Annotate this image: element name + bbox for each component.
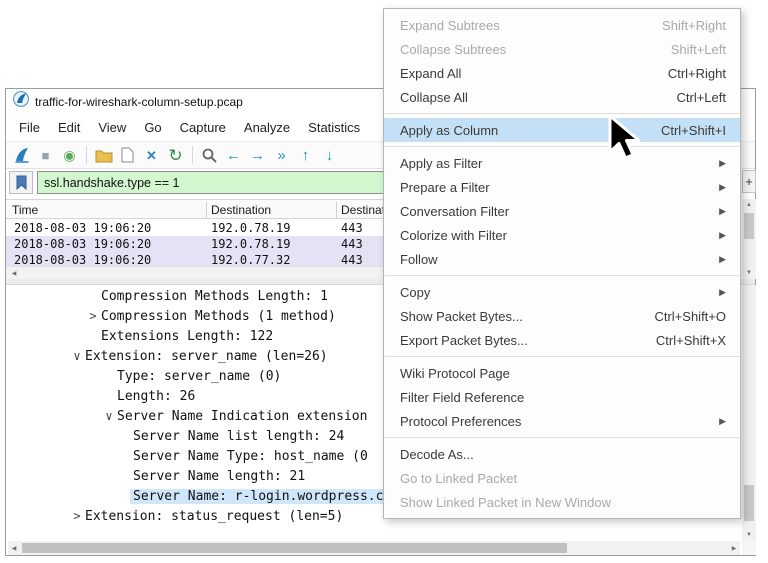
save-file-icon[interactable]: [116, 144, 139, 166]
menu-item-collapse-subtrees: Collapse SubtreesShift+Left: [384, 37, 740, 61]
submenu-arrow-icon: ▶: [719, 416, 726, 427]
scroll-left-icon[interactable]: ◀: [8, 541, 20, 555]
start-capture-icon[interactable]: [10, 144, 33, 166]
find-packet-icon[interactable]: [198, 144, 221, 166]
scroll-down-icon[interactable]: ▼: [742, 529, 756, 541]
collapsed-arrow-icon[interactable]: >: [86, 309, 100, 323]
menu-separator: [385, 113, 739, 114]
scroll-up-icon[interactable]: ▲: [742, 199, 756, 211]
menu-capture[interactable]: Capture: [171, 116, 235, 139]
go-last-packet-icon[interactable]: ↓: [318, 144, 341, 166]
menu-item-copy[interactable]: Copy▶: [384, 280, 740, 304]
go-back-icon[interactable]: ←: [222, 144, 245, 166]
scrollbar-corner: [742, 541, 756, 555]
go-to-packet-icon[interactable]: »: [270, 144, 293, 166]
menu-item-apply-as-filter[interactable]: Apply as Filter▶: [384, 151, 740, 175]
menu-item-prepare-a-filter[interactable]: Prepare a Filter▶: [384, 175, 740, 199]
go-first-packet-icon[interactable]: ↑: [294, 144, 317, 166]
menu-item-decode-as[interactable]: Decode As...: [384, 442, 740, 466]
menu-item-filter-field-reference[interactable]: Filter Field Reference: [384, 385, 740, 409]
cell-time: 2018-08-03 19:06:20: [14, 221, 151, 235]
menu-edit[interactable]: Edit: [49, 116, 89, 139]
stop-capture-icon[interactable]: ■: [34, 144, 57, 166]
scroll-right-icon[interactable]: ▶: [728, 541, 740, 555]
column-separator[interactable]: [336, 202, 337, 218]
column-header-time[interactable]: Time: [12, 200, 38, 220]
menu-go[interactable]: Go: [135, 116, 170, 139]
menu-separator: [385, 437, 739, 438]
filter-bookmark-icon[interactable]: [9, 171, 33, 194]
submenu-arrow-icon: ▶: [719, 182, 726, 193]
menu-item-follow[interactable]: Follow▶: [384, 247, 740, 271]
open-file-icon[interactable]: [92, 144, 115, 166]
cell-destination: 192.0.77.32: [211, 253, 290, 266]
go-forward-icon[interactable]: →: [246, 144, 269, 166]
submenu-arrow-icon: ▶: [719, 206, 726, 217]
cell-destination: 192.0.78.19: [211, 221, 290, 235]
menu-item-export-packet-bytes[interactable]: Export Packet Bytes...Ctrl+Shift+X: [384, 328, 740, 352]
menu-item-expand-all[interactable]: Expand AllCtrl+Right: [384, 61, 740, 85]
packet-list-vscrollbar[interactable]: ▲ ▼: [742, 199, 756, 279]
scrollbar-thumb[interactable]: [744, 485, 754, 521]
column-separator[interactable]: [206, 202, 207, 218]
cell-time: 2018-08-03 19:06:20: [14, 253, 151, 266]
expanded-arrow-icon[interactable]: ∨: [102, 409, 116, 423]
toolbar-separator: [192, 146, 193, 164]
scrollbar-thumb[interactable]: [744, 213, 754, 239]
submenu-arrow-icon: ▶: [719, 230, 726, 241]
menu-file[interactable]: File: [10, 116, 49, 139]
menu-item-show-linked-packet-in-new-window: Show Linked Packet in New Window: [384, 490, 740, 514]
context-menu: Expand SubtreesShift+Right Collapse Subt…: [383, 8, 741, 519]
scrollbar-thumb[interactable]: [22, 543, 567, 553]
restart-capture-icon[interactable]: ◉: [58, 144, 81, 166]
cell-time: 2018-08-03 19:06:20: [14, 237, 151, 251]
menu-item-go-to-linked-packet: Go to Linked Packet: [384, 466, 740, 490]
submenu-arrow-icon: ▶: [719, 254, 726, 265]
scroll-down-icon[interactable]: ▼: [742, 267, 756, 279]
menu-item-wiki-protocol-page[interactable]: Wiki Protocol Page: [384, 361, 740, 385]
menu-item-collapse-all[interactable]: Collapse AllCtrl+Left: [384, 85, 740, 109]
column-header-destination[interactable]: Destination: [211, 200, 271, 220]
menu-item-show-packet-bytes[interactable]: Show Packet Bytes...Ctrl+Shift+O: [384, 304, 740, 328]
menu-separator: [385, 146, 739, 147]
menu-item-apply-as-column[interactable]: Apply as ColumnCtrl+Shift+I: [384, 118, 740, 142]
screen: traffic-for-wireshark-column-setup.pcap …: [0, 0, 768, 563]
cell-destination: 192.0.78.19: [211, 237, 290, 251]
menu-separator: [385, 356, 739, 357]
menu-statistics[interactable]: Statistics: [299, 116, 369, 139]
toolbar-separator: [86, 146, 87, 164]
submenu-arrow-icon: ▶: [719, 158, 726, 169]
collapsed-arrow-icon[interactable]: >: [70, 509, 84, 523]
filter-add-button[interactable]: +: [742, 170, 756, 193]
menu-analyze[interactable]: Analyze: [235, 116, 299, 139]
menu-item-expand-subtrees: Expand SubtreesShift+Right: [384, 13, 740, 37]
detail-vscrollbar[interactable]: ▼: [742, 285, 756, 541]
menu-view[interactable]: View: [89, 116, 135, 139]
submenu-arrow-icon: ▶: [719, 287, 726, 298]
close-file-icon[interactable]: ✕: [140, 144, 163, 166]
menu-item-protocol-preferences[interactable]: Protocol Preferences▶: [384, 409, 740, 433]
cell-destination-port: 443: [341, 221, 363, 235]
cell-destination-port: 443: [341, 253, 363, 266]
expanded-arrow-icon[interactable]: ∨: [70, 349, 84, 363]
menu-item-colorize-with-filter[interactable]: Colorize with Filter▶: [384, 223, 740, 247]
menu-separator: [385, 275, 739, 276]
cell-destination-port: 443: [341, 237, 363, 251]
menu-item-conversation-filter[interactable]: Conversation Filter▶: [384, 199, 740, 223]
reload-file-icon[interactable]: ↻: [164, 144, 187, 166]
detail-hscrollbar[interactable]: ◀ ▶: [8, 541, 740, 555]
window-title: traffic-for-wireshark-column-setup.pcap: [35, 95, 243, 109]
wireshark-logo-icon: [13, 91, 29, 112]
